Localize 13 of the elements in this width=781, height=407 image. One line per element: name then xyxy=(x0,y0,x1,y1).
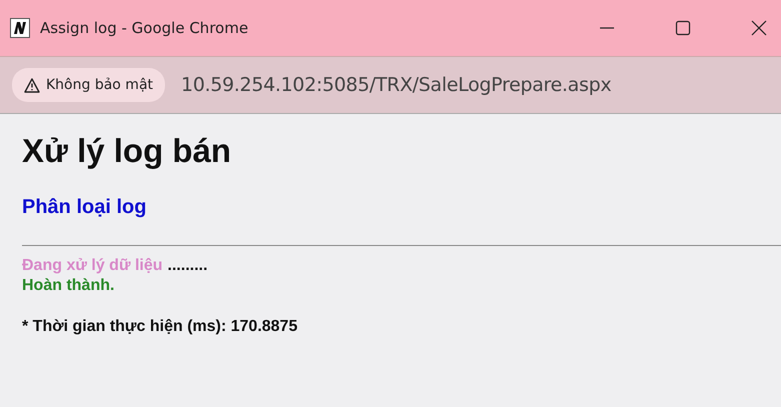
status-text: Đang xử lý dữ liệu xyxy=(22,257,163,274)
security-chip[interactable]: Không bảo mật xyxy=(12,68,166,102)
close-icon[interactable] xyxy=(751,20,767,36)
classify-link[interactable]: Phân loại log xyxy=(22,196,146,219)
app-icon xyxy=(10,18,30,38)
timing-text: * Thời gian thực hiện (ms): 170.8875 xyxy=(22,318,298,336)
window-title: Assign log - Google Chrome xyxy=(40,19,248,37)
page-heading: Xử lý log bán xyxy=(22,132,232,170)
warning-icon xyxy=(24,78,40,92)
maximize-icon[interactable] xyxy=(675,20,691,36)
url-text[interactable]: 10.59.254.102:5085/TRX/SaleLogPrepare.aspx xyxy=(181,74,612,96)
progress-dots: ......... xyxy=(168,257,208,274)
status-text: Hoàn thành. xyxy=(22,277,114,294)
